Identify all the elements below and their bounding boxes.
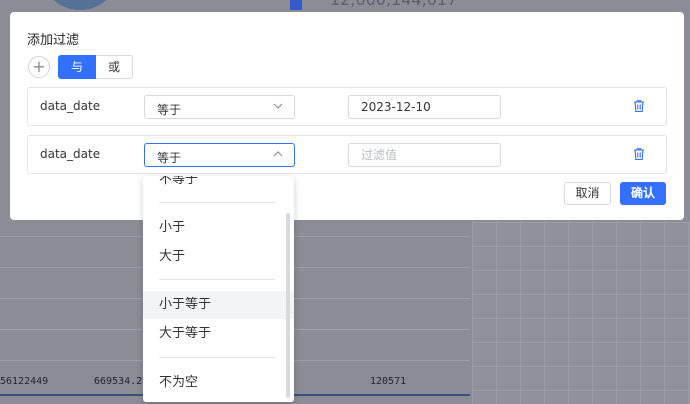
dropdown-option[interactable]: 不等于 [143,176,294,194]
add-condition-button[interactable]: + [28,56,50,78]
logic-or-button[interactable]: 或 [96,55,133,79]
logic-and-button[interactable]: 与 [58,55,96,79]
background-number: 12,000,144,017 [330,0,457,9]
background-grid [472,222,690,404]
dialog-title: 添加过滤 [27,33,80,48]
dropdown-option[interactable]: 大于 [143,243,294,271]
background-pie-chart [40,0,120,10]
dropdown-option[interactable]: 小于 [143,214,294,242]
filter-value-placeholder: 过滤值 [361,148,398,162]
cancel-button[interactable]: 取消 [564,182,611,205]
trash-icon[interactable] [632,99,646,113]
dropdown-divider [159,357,275,358]
logic-toggle: 与 或 [58,55,133,79]
filter-row: data_date 等于 过滤值 [27,135,667,174]
operator-select[interactable]: 等于 [144,95,295,119]
background-axis-label: 56122449 [0,376,49,387]
chevron-up-icon [273,151,283,157]
chevron-down-icon [273,103,283,109]
confirm-button[interactable]: 确认 [620,182,666,205]
background-axis-label: 120571 [370,376,407,387]
dropdown-option[interactable]: 小于等于 [143,291,294,319]
filter-field-name: data_date [40,147,101,161]
filter-field-name: data_date [40,99,101,113]
dropdown-option[interactable]: 不为空 [143,369,294,397]
trash-icon[interactable] [632,147,646,161]
filter-value-input[interactable]: 过滤值 [348,143,501,167]
operator-dropdown: 不等于 小于 大于 小于等于 大于等于 不为空 [143,176,294,402]
background-bar [290,0,302,10]
dropdown-option[interactable]: 大于等于 [143,320,294,348]
filter-row: data_date 等于 2023-12-10 [27,87,667,126]
operator-select[interactable]: 等于 [144,143,295,167]
operator-label: 等于 [157,151,182,165]
filter-value-input[interactable]: 2023-12-10 [348,95,501,119]
dropdown-scrollbar[interactable] [286,213,290,398]
add-filter-dialog: 添加过滤 + 与 或 data_date 等于 2023-12-10 data_… [10,12,684,220]
operator-label: 等于 [157,103,182,117]
dropdown-divider [159,202,275,203]
dropdown-divider [159,279,275,280]
